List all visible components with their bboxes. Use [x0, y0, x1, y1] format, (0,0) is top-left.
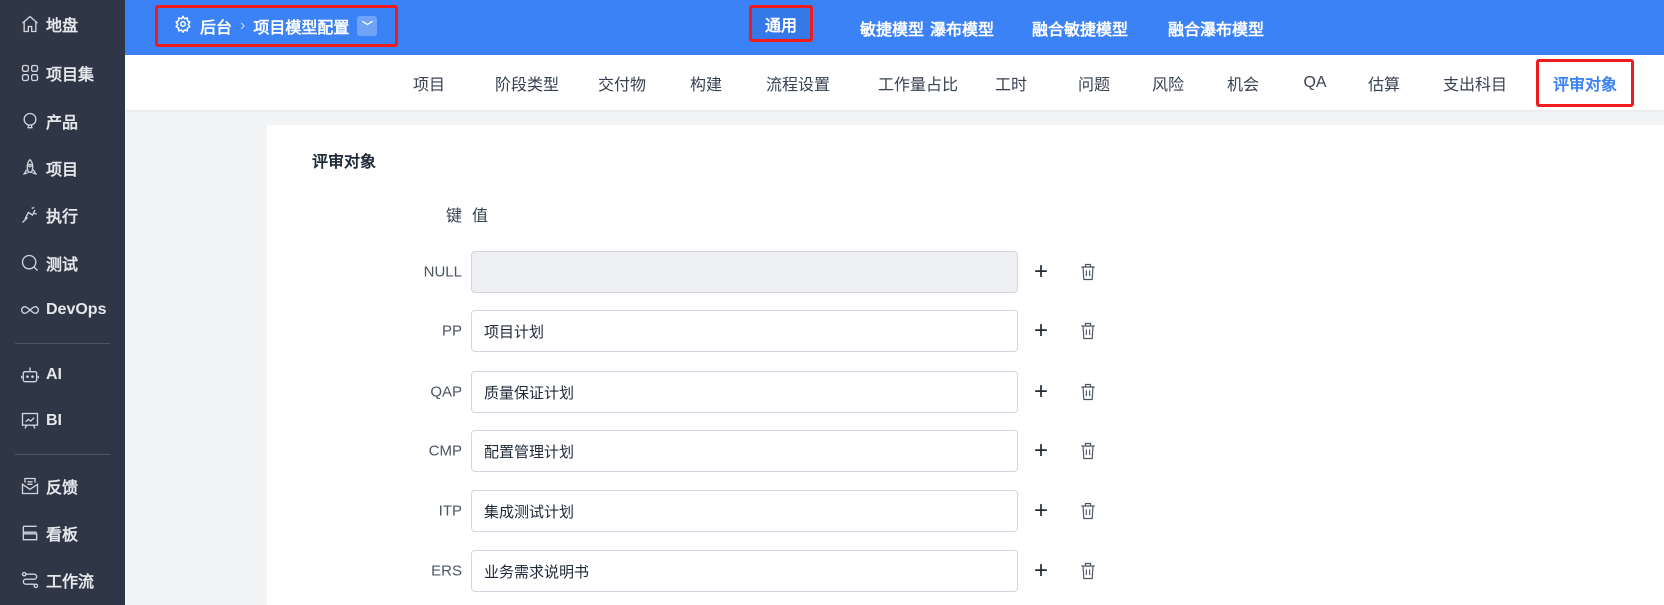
row-key: QAP [430, 383, 462, 401]
divider [15, 454, 110, 455]
row-value-text: 质量保证计划 [484, 384, 575, 402]
robot-icon [21, 367, 39, 383]
sidebar-item-label: DevOps [46, 301, 107, 318]
workflow-icon [21, 571, 39, 589]
sub-tab-11[interactable]: 估算 [1368, 71, 1400, 95]
lightbulb-icon [23, 112, 37, 129]
sub-tab-10[interactable]: QA [1303, 74, 1326, 92]
home-icon [22, 15, 38, 33]
row-key: PP [441, 322, 462, 340]
row-value-text: 集成测试计划 [484, 503, 575, 521]
sidebar-item-7[interactable]: AI [20, 361, 62, 389]
sub-tab-4[interactable]: 流程设置 [766, 71, 830, 95]
sidebar-item-9[interactable]: 反馈 [20, 472, 78, 500]
trash-icon[interactable] [1078, 262, 1098, 282]
sub-tab-7[interactable]: 问题 [1078, 71, 1110, 95]
plus-icon[interactable]: + [1031, 260, 1051, 284]
sidebar-item-6[interactable]: DevOps [20, 296, 106, 324]
gear-icon [174, 14, 192, 38]
sidebar-item-label: 工作流 [46, 574, 95, 591]
row-key: CMP [428, 442, 462, 460]
sub-tabs: 项目 阶段类型 交付物 构建 流程设置 工作量占比 工时 问题 风险 机会 QA 估算 支出科目 评审对象 [125, 55, 1664, 110]
row-value-input[interactable]: 业务需求说明书 [471, 550, 1018, 592]
row-value-input[interactable] [471, 251, 1018, 293]
row-key: ITP [438, 502, 462, 520]
sub-tab-2[interactable]: 交付物 [598, 71, 646, 95]
plus-icon[interactable]: + [1031, 380, 1051, 404]
breadcrumb-root[interactable]: 后台 [200, 14, 232, 38]
grid-icon [21, 64, 39, 82]
top-tab-4[interactable]: 融合瀑布模型 [1168, 0, 1264, 55]
sidebar: 地盘项目集产品项目执行测试 DevOps AI BI 反馈看板工作流 [0, 0, 125, 605]
chart-board-icon [21, 412, 39, 429]
sidebar-item-label: 执行 [46, 209, 79, 226]
sub-tab-1[interactable]: 阶段类型 [495, 71, 559, 95]
sidebar-item-label: 项目集 [46, 67, 95, 84]
top-tab-1[interactable]: 敏捷模型 [860, 0, 924, 55]
row-key: ERS [431, 562, 462, 580]
sub-tab-3[interactable]: 构建 [690, 71, 722, 95]
row-value-text: 配置管理计划 [484, 443, 575, 461]
sidebar-item-label: AI [46, 366, 62, 383]
sidebar-item-label: 反馈 [46, 480, 79, 497]
run-icon [22, 206, 37, 223]
row-value-input[interactable]: 配置管理计划 [471, 430, 1018, 472]
divider [15, 343, 110, 344]
plus-icon[interactable]: + [1031, 559, 1051, 583]
search-icon [21, 254, 38, 271]
plus-icon[interactable]: + [1031, 499, 1051, 523]
sidebar-item-0[interactable]: 地盘 [20, 10, 78, 38]
trash-icon[interactable] [1078, 321, 1098, 341]
top-header: 后台 › 项目模型配置 ﹀ 通用 敏捷模型 瀑布模型 融合敏捷模型 融合瀑布模型 [125, 0, 1664, 55]
section-title: 评审对象 [312, 154, 377, 171]
sidebar-item-3[interactable]: 项目 [20, 154, 78, 182]
trash-icon[interactable] [1078, 441, 1098, 461]
row-value-input[interactable]: 质量保证计划 [471, 371, 1018, 413]
sidebar-item-label: 产品 [46, 115, 79, 132]
sub-tab-13[interactable]: 评审对象 [1535, 59, 1635, 107]
sub-tab-0[interactable]: 项目 [413, 71, 445, 95]
top-tab-3[interactable]: 融合敏捷模型 [1032, 0, 1128, 55]
chevron-down-icon[interactable]: ﹀ [357, 16, 378, 36]
sidebar-item-label: 看板 [46, 527, 79, 544]
feedback-icon [21, 477, 39, 495]
sidebar-item-11[interactable]: 工作流 [20, 566, 94, 594]
trash-icon[interactable] [1078, 382, 1098, 402]
sidebar-item-8[interactable]: BI [20, 407, 62, 435]
chevron-right-icon: › [240, 17, 246, 34]
breadcrumb: 后台 › 项目模型配置 ﹀ [155, 5, 398, 47]
trash-icon[interactable] [1078, 561, 1098, 581]
sidebar-item-label: 项目 [46, 162, 79, 179]
sub-tab-9[interactable]: 机会 [1227, 71, 1259, 95]
sub-tab-5[interactable]: 工作量占比 [878, 71, 958, 95]
sidebar-item-1[interactable]: 项目集 [20, 59, 94, 87]
sidebar-item-4[interactable]: 执行 [20, 201, 78, 229]
top-tab-2[interactable]: 瀑布模型 [930, 0, 994, 55]
kanban-icon [22, 525, 38, 541]
sidebar-item-5[interactable]: 测试 [20, 249, 78, 277]
sub-tab-8[interactable]: 风险 [1152, 71, 1184, 95]
row-value-input[interactable]: 集成测试计划 [471, 490, 1018, 532]
trash-icon[interactable] [1078, 501, 1098, 521]
sidebar-item-2[interactable]: 产品 [20, 107, 78, 135]
key-header: 键 [446, 208, 463, 225]
row-value-input[interactable]: 项目计划 [471, 310, 1018, 352]
rocket-icon [22, 158, 38, 175]
top-tab-0[interactable]: 通用 [748, 5, 814, 42]
sidebar-item-label: 地盘 [46, 18, 79, 35]
sub-tab-6[interactable]: 工时 [995, 71, 1027, 95]
infinity-icon [21, 305, 39, 315]
content-panel [267, 125, 1664, 605]
row-key: NULL [423, 263, 462, 281]
value-header: 值 [472, 208, 489, 225]
row-value-text: 业务需求说明书 [484, 563, 590, 581]
sub-tab-12[interactable]: 支出科目 [1443, 71, 1507, 95]
sidebar-item-label: 测试 [46, 257, 79, 274]
sidebar-item-label: BI [46, 412, 62, 429]
row-value-text: 项目计划 [484, 323, 545, 341]
breadcrumb-current: 项目模型配置 [253, 20, 350, 37]
sidebar-item-10[interactable]: 看板 [20, 519, 78, 547]
plus-icon[interactable]: + [1031, 439, 1051, 463]
plus-icon[interactable]: + [1031, 319, 1051, 343]
